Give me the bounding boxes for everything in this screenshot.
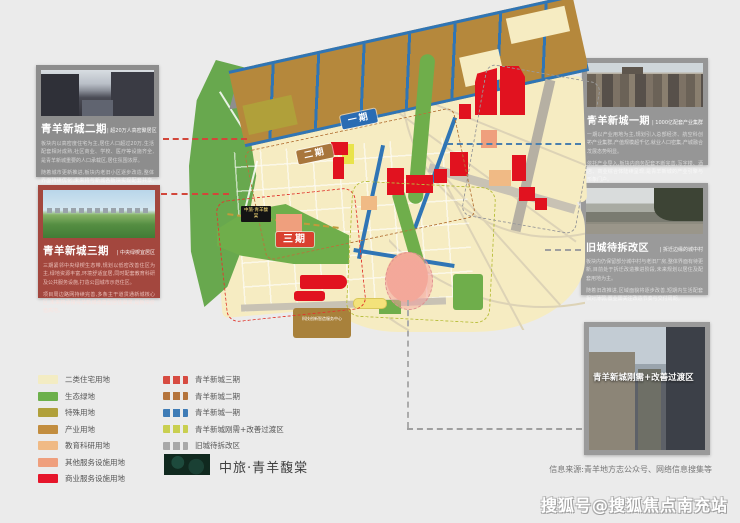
card-transition-zone: 青羊新城刚需+改善过渡区: [584, 322, 710, 455]
card-subtitle: | 拆迁边缘的城中村: [660, 246, 703, 253]
card-phase3: 青羊新城三期 | 中央绿楔宜居区 三期紧邻中央绿楔生态带,规划以低密改善住区为主…: [38, 185, 160, 298]
legend-label: 二类住宅用地: [65, 374, 110, 385]
legend-row: 商业服务设施用地: [38, 473, 125, 484]
legend-label: 旧城待拆改区: [195, 440, 240, 451]
card-subtitle: | 中央绿楔宜居区: [117, 249, 155, 256]
legend-row: 产业用地: [38, 424, 125, 435]
legend-land-use: 二类住宅用地生态绿地特殊用地产业用地教育科研用地其他服务设施用地商业服务设施用地: [38, 374, 125, 490]
legend-swatch: [38, 474, 58, 483]
legend-swatch: [163, 376, 188, 384]
legend-row: 青羊新城一期: [163, 407, 284, 418]
legend-swatch: [163, 442, 188, 450]
legend-swatch: [163, 425, 188, 433]
legend-zones: 青羊新城三期青羊新城二期青羊新城一期青羊新城刚需+改善过渡区旧城待拆改区: [163, 374, 284, 457]
brand-logo-text: 中旅·青羊馥棠: [219, 457, 308, 476]
oldtown-photo: [586, 188, 703, 234]
master-plan-map: 科技创新智造服务中心 一期 二期 三期 中旅·青羊馥棠: [183, 48, 597, 360]
project-highlight-ellipse: [385, 252, 433, 310]
card-title: 旧城待拆改区: [586, 239, 649, 254]
card-title: 青羊新城一期: [587, 112, 650, 127]
phase3-label: 三期: [276, 232, 314, 247]
legend-row: 青羊新城二期: [163, 391, 284, 402]
connector-phase3: [161, 193, 229, 195]
connector-transition-h: [407, 428, 582, 430]
legend-label: 教育科研用地: [65, 440, 110, 451]
watermark: 搜狐号@搜狐焦点南充站: [541, 492, 728, 516]
card-title: 青羊新城刚需+改善过渡区: [593, 371, 694, 383]
legend-label: 青羊新城三期: [195, 374, 240, 385]
legend-row: 教育科研用地: [38, 440, 125, 451]
legend-swatch: [38, 425, 58, 434]
legend-swatch: [38, 441, 58, 450]
transition-photo: 青羊新城刚需+改善过渡区: [589, 327, 705, 450]
legend-label: 生态绿地: [65, 391, 95, 402]
legend-label: 特殊用地: [65, 407, 95, 418]
connector-phase2: [163, 138, 247, 140]
brand-logo-image: [164, 454, 210, 475]
legend-label: 商业服务设施用地: [65, 473, 125, 484]
source-note: 信息来源:青羊地方志公众号、网络信息搜集等: [549, 464, 712, 475]
legend-swatch: [38, 392, 58, 401]
legend-swatch: [38, 458, 58, 467]
legend-label: 产业用地: [65, 424, 95, 435]
phase2-photo: [41, 70, 154, 116]
card-body: 一期以产业用地为主,规划引入总部经济、航空科创等产业集群,产值规模超千亿,就业人…: [587, 131, 703, 156]
card-body: 随着旧改推进,区域面貌将逐步改善,短期内生活配套相对薄弱,置业需关注改造节奏与交…: [586, 287, 703, 304]
phase3-boundary: [215, 187, 367, 323]
legend-row: 青羊新城刚需+改善过渡区: [163, 424, 284, 435]
connector-transition-v: [407, 300, 409, 428]
legend-row: 生态绿地: [38, 391, 125, 402]
legend-swatch: [163, 409, 188, 417]
card-body: 依托产业导入,板块内商务配套不断完善,写字楼、酒店、商业综合体陆续呈现,是青羊新…: [587, 160, 703, 185]
card-body: 板块内以高密度住宅为主,居住人口超过20万,生活配套相对成熟,社区商业、学校、医…: [41, 140, 154, 165]
legend-label: 青羊新城二期: [195, 391, 240, 402]
card-phase1: 青羊新城一期 | 1000亿配套产业集群 一期以产业用地为主,规划引入总部经济、…: [582, 58, 708, 165]
card-title: 青羊新城二期: [41, 121, 107, 136]
legend-swatch: [38, 375, 58, 384]
card-subtitle: | 超20万人高密聚居区: [107, 127, 157, 134]
planning-map-page: { "watermark": "搜狐号@搜狐焦点南充站", "source_no…: [0, 0, 740, 523]
legend-swatch: [163, 392, 188, 400]
card-body: 板块内仍保留部分城中村与老旧厂房,整体界面有待更新,目前处于拆迁改造推进阶段,未…: [586, 258, 703, 283]
commercial-parcel: [459, 104, 471, 119]
legend-row: 旧城待拆改区: [163, 440, 284, 451]
legend-swatch: [38, 408, 58, 417]
card-oldtown: 旧城待拆改区 | 拆迁边缘的城中村 板块内仍保留部分城中村与老旧厂房,整体界面有…: [581, 183, 708, 295]
legend-row: 其他服务设施用地: [38, 457, 125, 468]
phase3-photo: [43, 190, 155, 238]
card-body: 三期紧邻中央绿楔生态带,规划以低密改善住区为主,绿地资源丰富,环境舒适宜居,同时…: [43, 262, 155, 287]
card-title: 青羊新城三期: [43, 243, 109, 258]
phase1-photo: [587, 63, 703, 107]
card-body: 项目周边路网持续完善,多条主干道贯通新城核心区,未来将承接青羊新城改善型居住需求…: [43, 291, 155, 316]
legend-label: 其他服务设施用地: [65, 457, 125, 468]
legend-row: 特殊用地: [38, 407, 125, 418]
connector-oldtown: [545, 249, 581, 251]
legend-row: 青羊新城三期: [163, 374, 284, 385]
legend-label: 青羊新城一期: [195, 407, 240, 418]
card-phase2: 青羊新城二期 | 超20万人高密聚居区 板块内以高密度住宅为主,居住人口超过20…: [36, 65, 159, 177]
connector-phase1: [447, 143, 581, 145]
legend-row: 二类住宅用地: [38, 374, 125, 385]
legend-label: 青羊新城刚需+改善过渡区: [195, 424, 284, 435]
project-marker: 中旅·青羊馥棠: [241, 206, 271, 222]
industry-parcel-label: 科技创新智造服务中心: [295, 316, 349, 321]
card-subtitle: | 1000亿配套产业集群: [652, 119, 703, 126]
